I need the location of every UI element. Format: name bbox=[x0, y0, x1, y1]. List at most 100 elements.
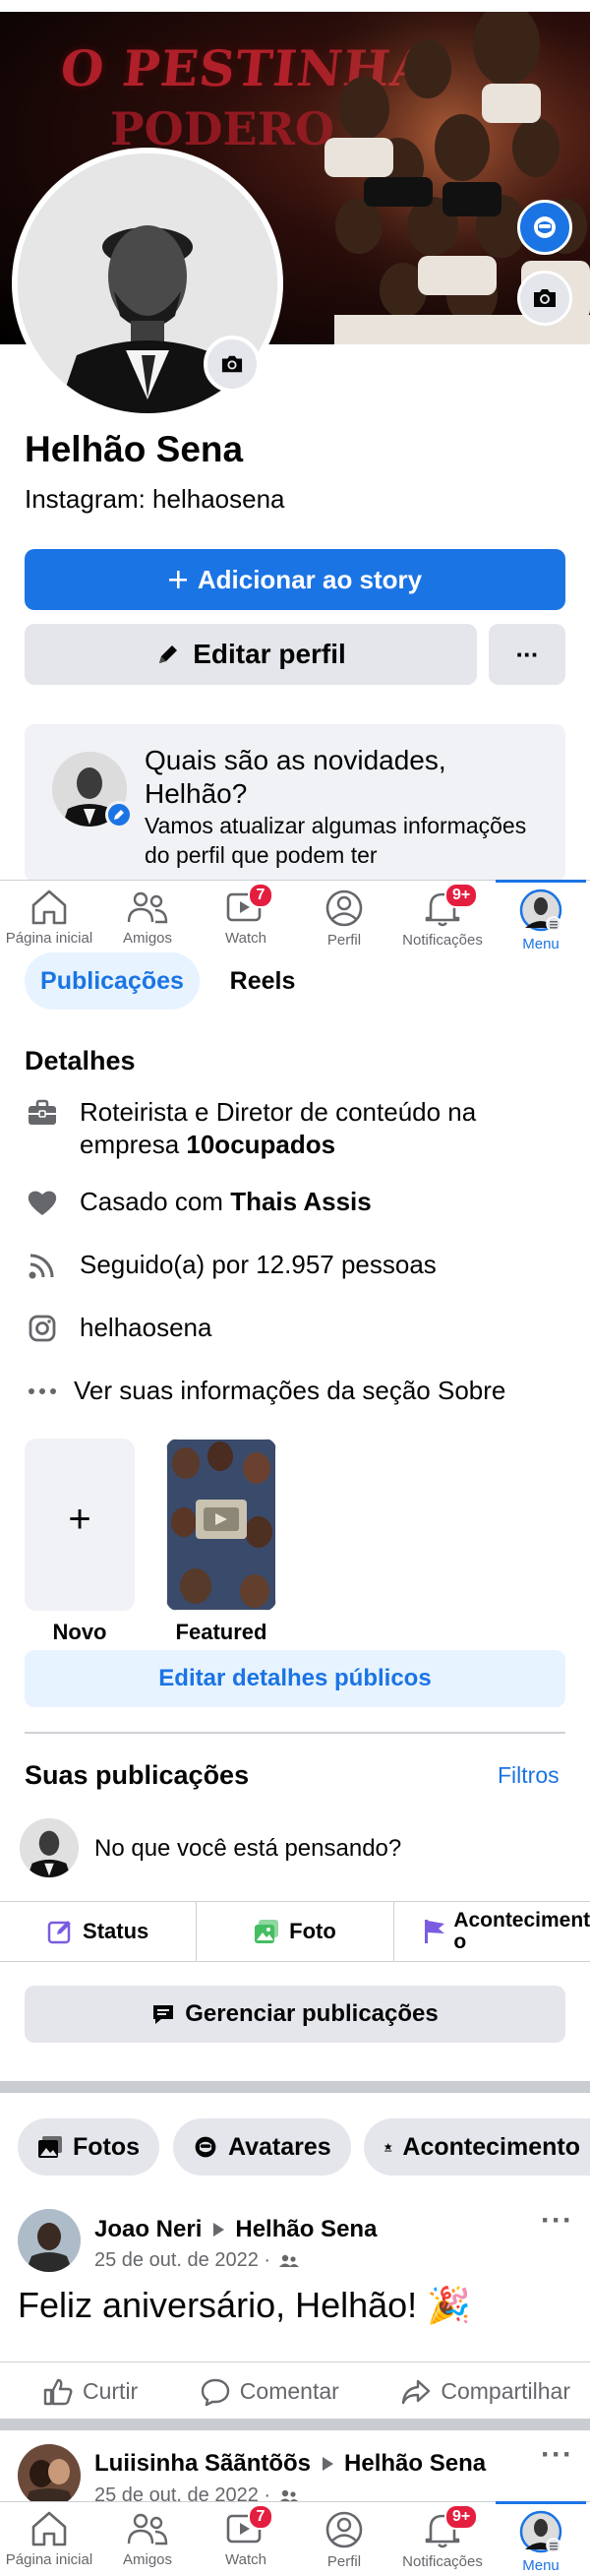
bottom-tab-bar: Página inicial Amigos 7 Watch Perfil 9+ Notifi… bbox=[0, 880, 590, 954]
featured-story-label: Featured bbox=[175, 1620, 267, 1644]
tab-label: Amigos bbox=[122, 930, 173, 947]
tab-label: Watch bbox=[225, 2551, 266, 2568]
post-target[interactable]: Helhão Sena bbox=[344, 2450, 486, 2478]
featured-story-thumbnail bbox=[166, 1439, 276, 1611]
tab-label: Notificações bbox=[402, 932, 483, 949]
tab-bell[interactable]: 9+ Notificações bbox=[393, 2502, 492, 2576]
composer-avatar bbox=[20, 1818, 79, 1877]
cover-camera-button[interactable] bbox=[517, 271, 572, 326]
tab-profile[interactable]: Perfil bbox=[295, 2502, 393, 2576]
post-text: Feliz aniversário, Helhão! 🎉 bbox=[18, 2285, 472, 2325]
post-author[interactable]: Luiisinha Sããntõõs bbox=[94, 2450, 311, 2478]
tab-home[interactable]: Página inicial bbox=[0, 881, 98, 954]
photo-label: Foto bbox=[289, 1919, 336, 1943]
tab-profile[interactable]: Perfil bbox=[295, 881, 393, 954]
post-type-actions: Status Foto Aconteciment o bbox=[0, 1901, 590, 1962]
tab-menu-avatar[interactable]: Menu bbox=[492, 2501, 590, 2576]
heart-icon bbox=[25, 1186, 60, 1218]
more-options-button[interactable]: ··· bbox=[489, 624, 565, 685]
notification-badge: 9+ bbox=[444, 883, 479, 908]
post-author[interactable]: Joao Neri bbox=[94, 2216, 202, 2243]
tab-label: Watch bbox=[225, 930, 266, 947]
post-header: Joao Neri Helhão Sena bbox=[94, 2216, 377, 2243]
featured-story-card[interactable] bbox=[166, 1439, 276, 1611]
share-button[interactable]: Compartilhar bbox=[401, 2378, 570, 2405]
photos-chip-label: Fotos bbox=[73, 2132, 141, 2161]
composer-input[interactable]: No que você está pensando? bbox=[94, 1835, 401, 1863]
post-target[interactable]: Helhão Sena bbox=[235, 2216, 377, 2243]
post-options-button[interactable]: ··· bbox=[541, 2204, 573, 2238]
life-event-label: Aconteciment o bbox=[453, 1909, 590, 1953]
details-heading: Detalhes bbox=[25, 1046, 136, 1075]
tab-watch[interactable]: 7 Watch bbox=[197, 881, 295, 954]
work-company[interactable]: 10ocupados bbox=[186, 1130, 335, 1159]
edit-profile-button[interactable]: Editar perfil bbox=[25, 624, 477, 685]
new-featured-button[interactable]: + bbox=[25, 1439, 135, 1611]
avatar-face-icon bbox=[534, 216, 556, 238]
status-button[interactable]: Status bbox=[0, 1902, 196, 1961]
instagram-icon bbox=[25, 1312, 60, 1344]
like-icon bbox=[43, 2378, 73, 2405]
add-story-label: Adicionar ao story bbox=[197, 564, 423, 594]
post-author-avatar[interactable] bbox=[18, 2444, 81, 2507]
profile-camera-button[interactable] bbox=[204, 336, 261, 393]
avatars-chip-label: Avatares bbox=[228, 2132, 331, 2161]
post-date[interactable]: 25 de out. de 2022 · bbox=[94, 2249, 270, 2272]
avatar-edit-button[interactable] bbox=[517, 200, 572, 255]
tab-watch[interactable]: 7 Watch bbox=[197, 2502, 295, 2576]
comment-icon bbox=[201, 2378, 229, 2406]
tab-friends[interactable]: Amigos bbox=[98, 881, 197, 954]
relationship-text: Casado com bbox=[80, 1187, 231, 1216]
filters-link[interactable]: Filtros bbox=[498, 1762, 560, 1789]
notification-badge: 7 bbox=[248, 883, 273, 908]
post-reaction-bar: Curtir Comentar Compartilhar bbox=[0, 2361, 590, 2421]
post-meta: 25 de out. de 2022 · bbox=[94, 2249, 300, 2272]
events-chip-label: Acontecimento bbox=[402, 2132, 580, 2161]
arrow-right-icon bbox=[213, 2223, 225, 2237]
tab-friends[interactable]: Amigos bbox=[98, 2502, 197, 2576]
notification-badge: 9+ bbox=[444, 2504, 479, 2530]
post-options-button[interactable]: ··· bbox=[541, 2438, 573, 2472]
post-separator bbox=[0, 2419, 590, 2430]
friends-icon bbox=[126, 889, 169, 926]
profile-icon bbox=[323, 889, 366, 928]
like-button[interactable]: Curtir bbox=[43, 2378, 138, 2406]
relationship-partner[interactable]: Thais Assis bbox=[230, 1187, 372, 1216]
see-about-link[interactable]: Ver suas informações da seção Sobre bbox=[25, 1375, 505, 1407]
whats-new-card[interactable]: Quais são as novidades, Helhão? Vamos at… bbox=[25, 724, 565, 882]
photo-button[interactable]: Foto bbox=[196, 1902, 392, 1961]
section-separator bbox=[0, 2081, 590, 2093]
see-about-text: Ver suas informações da seção Sobre bbox=[74, 1376, 506, 1405]
tab-home[interactable]: Página inicial bbox=[0, 2502, 98, 2576]
more-dots-icon bbox=[25, 1375, 60, 1407]
profile-subtitle: Instagram: helhaosena bbox=[25, 484, 285, 514]
tab-reels[interactable]: Reels bbox=[218, 952, 307, 1010]
tab-label: Notificações bbox=[402, 2553, 483, 2570]
arrow-right-icon bbox=[323, 2457, 334, 2471]
tab-label: Página inicial bbox=[5, 2551, 93, 2568]
post-author-avatar[interactable] bbox=[18, 2209, 81, 2272]
edit-public-details-button[interactable]: Editar detalhes públicos bbox=[25, 1650, 565, 1707]
add-story-button[interactable]: Adicionar ao story bbox=[25, 549, 565, 610]
tab-menu-avatar[interactable]: Menu bbox=[492, 880, 590, 954]
avatar-face-icon bbox=[195, 2136, 216, 2158]
events-chip[interactable]: Acontecimento bbox=[364, 2118, 590, 2176]
detail-instagram[interactable]: helhaosena bbox=[25, 1312, 211, 1344]
briefcase-icon bbox=[25, 1096, 60, 1129]
menu-avatar-icon bbox=[519, 889, 562, 932]
comment-button[interactable]: Comentar bbox=[201, 2378, 339, 2406]
instagram-text: helhaosena bbox=[80, 1313, 212, 1342]
star-award-icon bbox=[384, 2143, 392, 2152]
manage-posts-button[interactable]: Gerenciar publicações bbox=[25, 1986, 565, 2043]
more-dots-icon: ··· bbox=[515, 639, 540, 669]
avatars-chip[interactable]: Avatares bbox=[173, 2118, 351, 2176]
like-label: Curtir bbox=[83, 2378, 139, 2404]
tab-publications[interactable]: Publicações bbox=[25, 952, 200, 1010]
tab-bell[interactable]: 9+ Notificações bbox=[393, 881, 492, 954]
photos-chip[interactable]: Fotos bbox=[18, 2118, 160, 2176]
life-event-button[interactable]: Aconteciment o bbox=[392, 1902, 590, 1961]
tab-label: Menu bbox=[522, 936, 560, 952]
home-icon bbox=[29, 2510, 70, 2547]
your-posts-heading: Suas publicações bbox=[25, 1760, 250, 1790]
detail-work: Roteirista e Diretor de conteúdo na empr… bbox=[25, 1096, 556, 1161]
